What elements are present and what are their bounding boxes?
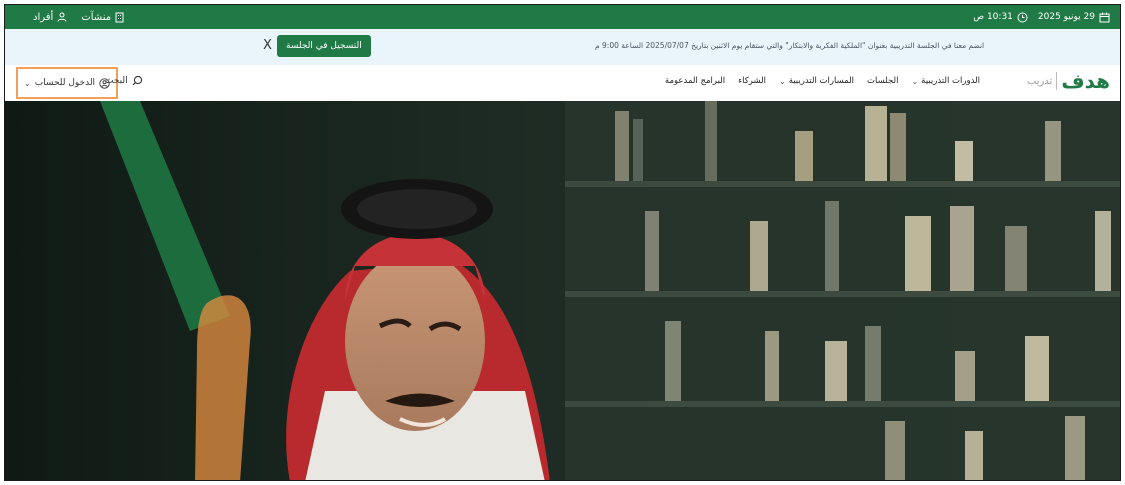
topbar-links: أفراد منشآت	[33, 5, 124, 29]
building-icon	[115, 12, 124, 23]
time-text: 10:31 ص	[973, 12, 1013, 22]
topbar-link-label: منشآت	[81, 11, 112, 23]
calendar-icon	[1099, 12, 1110, 23]
nav-item-tracks[interactable]: المسارات التدريبية ⌄	[779, 76, 854, 86]
nav-item-label: الجلسات	[867, 76, 899, 86]
close-announcement-button[interactable]: X	[263, 38, 272, 53]
nav-item-courses[interactable]: الدورات التدريبية ⌄	[911, 76, 980, 86]
search-label: البحث	[105, 75, 128, 86]
nav-item-sessions[interactable]: الجلسات	[867, 76, 898, 86]
chevron-down-icon: ⌄	[911, 76, 919, 86]
topbar-link-establishments[interactable]: منشآت	[81, 12, 124, 23]
chevron-down-icon: ⌄	[24, 78, 31, 88]
login-label: الدخول للحساب	[34, 78, 96, 88]
person-icon	[57, 12, 67, 22]
nav-item-label: الدورات التدريبية	[921, 76, 980, 86]
register-session-button[interactable]: التسجيل في الجلسة	[277, 35, 371, 57]
nav-item-label: المسارات التدريبية	[788, 76, 855, 86]
nav-item-label: الشركاء	[738, 76, 766, 86]
top-bar: أفراد منشآت 10:31 ص 29 يونيو 2025	[5, 5, 1120, 29]
nav-item-partners[interactable]: الشركاء	[738, 76, 766, 86]
topbar-datetime: 10:31 ص 29 يونيو 2025	[973, 5, 1110, 29]
hero-banner	[5, 101, 1120, 480]
nav-menu: الدورات التدريبية ⌄ الجلسات المسارات الت…	[665, 76, 980, 86]
search-icon	[132, 75, 143, 86]
search-button[interactable]: البحث	[105, 75, 143, 86]
date-display: 29 يونيو 2025	[1038, 12, 1110, 23]
nav-item-label: البرامج المدعومة	[664, 76, 726, 86]
logo-divider	[1056, 72, 1058, 90]
site-logo[interactable]: هدف تدريب	[1027, 71, 1110, 91]
logo-subtitle: تدريب	[1026, 75, 1053, 87]
browser-viewport: أفراد منشآت 10:31 ص 29 يونيو 2025 X التس…	[4, 4, 1121, 481]
clock-icon	[1017, 12, 1028, 23]
announcement-bar: X التسجيل في الجلسة انضم معنا في الجلسة …	[5, 29, 1120, 66]
topbar-link-individuals[interactable]: أفراد	[33, 12, 67, 23]
time-display: 10:31 ص	[973, 12, 1028, 23]
date-text: 29 يونيو 2025	[1037, 12, 1095, 22]
main-nav: الدخول للحساب ⌄ البحث الدورات التدريبية …	[5, 65, 1120, 101]
login-button[interactable]: الدخول للحساب ⌄	[16, 67, 119, 99]
announcement-message: انضم معنا في الجلسة التدريبية بعنوان "ال…	[595, 41, 985, 50]
chevron-down-icon: ⌄	[778, 76, 786, 86]
logo-brand: هدف	[1061, 69, 1110, 93]
nav-item-supported-programs[interactable]: البرامج المدعومة	[665, 76, 725, 86]
hero-photo	[5, 101, 1120, 480]
topbar-link-label: أفراد	[33, 11, 54, 23]
